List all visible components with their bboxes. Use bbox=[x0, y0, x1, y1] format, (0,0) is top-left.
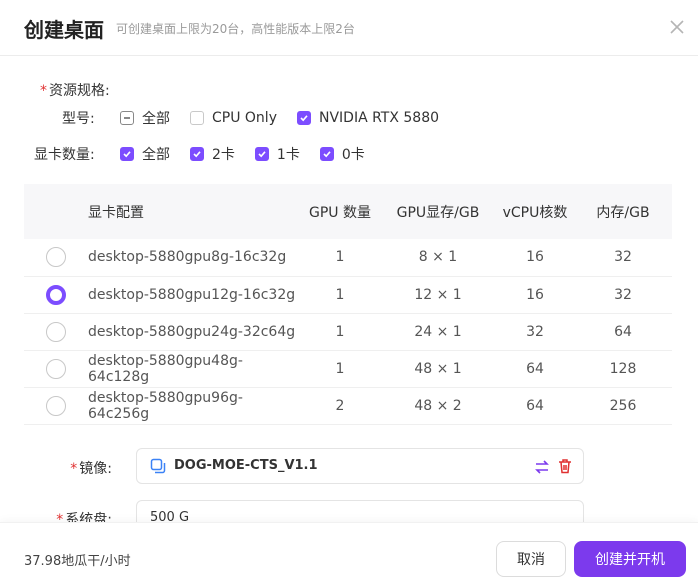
vram-cell: 12 × 1 bbox=[380, 276, 496, 314]
vram-cell: 48 × 2 bbox=[380, 387, 496, 425]
dialog-subtitle: 可创建桌面上限为20台，高性能版本上限2台 bbox=[116, 22, 355, 36]
vram-cell: 24 × 1 bbox=[380, 313, 496, 351]
memory-cell: 256 bbox=[574, 387, 672, 425]
model-option-cpu-only[interactable]: CPU Only bbox=[190, 110, 277, 126]
radio-button[interactable] bbox=[46, 395, 66, 416]
gpu-count-option-all[interactable]: 全部 bbox=[120, 144, 170, 164]
gpu-count-option-0[interactable]: 0卡 bbox=[319, 144, 365, 164]
column-header-vram: GPU显存/GB bbox=[380, 184, 496, 239]
indeterminate-checkbox-icon[interactable] bbox=[120, 111, 134, 125]
gpu-count-option-1[interactable]: 1卡 bbox=[254, 144, 300, 164]
vcpu-cell: 16 bbox=[496, 276, 574, 314]
dialog-footer: 37.98地瓜干/小时 取消 创建并开机 bbox=[0, 522, 698, 580]
memory-cell: 32 bbox=[574, 239, 672, 277]
copy-icon bbox=[150, 458, 166, 474]
gpu-count-option-2[interactable]: 2卡 bbox=[190, 144, 235, 164]
dialog-title: 创建桌面 bbox=[24, 18, 104, 42]
select-column-header bbox=[24, 184, 88, 239]
model-option-all[interactable]: 全部 bbox=[120, 108, 170, 128]
gpu-count-label: 显卡数量: bbox=[34, 147, 95, 163]
image-label: * 镜像: bbox=[70, 461, 112, 477]
config-name: desktop-5880gpu96g-64c256g bbox=[88, 387, 300, 425]
checked-checkbox-icon[interactable] bbox=[190, 147, 204, 161]
vram-cell: 8 × 1 bbox=[380, 239, 496, 277]
radio-button[interactable] bbox=[46, 358, 66, 379]
vcpu-cell: 32 bbox=[496, 313, 574, 351]
column-header-memory: 内存/GB bbox=[574, 184, 672, 239]
vram-cell: 48 × 1 bbox=[380, 350, 496, 388]
checked-checkbox-icon[interactable] bbox=[120, 147, 134, 161]
price-text: 37.98地瓜干/小时 bbox=[24, 554, 131, 569]
model-label: 型号: bbox=[62, 111, 95, 127]
model-option-rtx5880[interactable]: NVIDIA RTX 5880 bbox=[296, 110, 439, 126]
vcpu-cell: 16 bbox=[496, 239, 574, 277]
memory-cell: 64 bbox=[574, 313, 672, 351]
checked-checkbox-icon[interactable] bbox=[319, 147, 334, 161]
image-selector[interactable]: DOG-MOE-CTS_V1.1 bbox=[136, 448, 584, 484]
gpu-count-cell: 1 bbox=[300, 239, 380, 277]
memory-cell: 128 bbox=[574, 350, 672, 388]
table-row-selected[interactable]: desktop-5880gpu12g-16c32g 1 12 × 1 16 32 bbox=[24, 276, 672, 314]
create-and-start-button[interactable]: 创建并开机 bbox=[574, 541, 686, 577]
vcpu-cell: 64 bbox=[496, 350, 574, 388]
checked-checkbox-icon[interactable] bbox=[254, 147, 269, 161]
config-name: desktop-5880gpu8g-16c32g bbox=[88, 239, 300, 277]
radio-button[interactable] bbox=[46, 321, 66, 342]
config-name: desktop-5880gpu48g-64c128g bbox=[88, 350, 300, 388]
image-name: DOG-MOE-CTS_V1.1 bbox=[174, 458, 318, 473]
dialog-header: 创建桌面 可创建桌面上限为20台，高性能版本上限2台 bbox=[0, 0, 698, 56]
cancel-button[interactable]: 取消 bbox=[496, 541, 566, 577]
table-row[interactable]: desktop-5880gpu96g-64c256g 2 48 × 2 64 2… bbox=[24, 387, 672, 425]
model-options: 全部 CPU Only NVIDIA RTX 5880 bbox=[120, 108, 459, 128]
memory-cell: 32 bbox=[574, 276, 672, 314]
table-row[interactable]: desktop-5880gpu8g-16c32g 1 8 × 1 16 32 bbox=[24, 239, 672, 277]
table-row[interactable]: desktop-5880gpu48g-64c128g 1 48 × 1 64 1… bbox=[24, 350, 672, 388]
delete-icon[interactable] bbox=[557, 458, 573, 474]
table-header-row: 显卡配置 GPU 数量 GPU显存/GB vCPU核数 内存/GB bbox=[24, 184, 672, 239]
gpu-count-cell: 1 bbox=[300, 276, 380, 314]
gpu-count-cell: 1 bbox=[300, 350, 380, 388]
checkbox-icon[interactable] bbox=[190, 111, 204, 125]
gpu-count-cell: 2 bbox=[300, 387, 380, 425]
switch-icon[interactable] bbox=[534, 459, 550, 475]
close-icon[interactable] bbox=[668, 18, 686, 36]
checked-checkbox-icon[interactable] bbox=[296, 111, 311, 125]
config-name: desktop-5880gpu24g-32c64g bbox=[88, 313, 300, 351]
gpu-count-options: 全部 2卡 1卡 0卡 bbox=[120, 144, 385, 164]
radio-button-selected[interactable] bbox=[46, 284, 66, 305]
resource-spec-label: * 资源规格: bbox=[40, 83, 110, 99]
vcpu-cell: 64 bbox=[496, 387, 574, 425]
table-row[interactable]: desktop-5880gpu24g-32c64g 1 24 × 1 32 64 bbox=[24, 313, 672, 351]
radio-button[interactable] bbox=[46, 247, 66, 268]
gpu-count-cell: 1 bbox=[300, 313, 380, 351]
config-name: desktop-5880gpu12g-16c32g bbox=[88, 276, 300, 314]
column-header-vcpu: vCPU核数 bbox=[496, 184, 574, 239]
gpu-config-table: 显卡配置 GPU 数量 GPU显存/GB vCPU核数 内存/GB deskto… bbox=[24, 184, 672, 425]
column-header-gpu-count: GPU 数量 bbox=[300, 184, 380, 239]
column-header-config: 显卡配置 bbox=[88, 184, 300, 239]
